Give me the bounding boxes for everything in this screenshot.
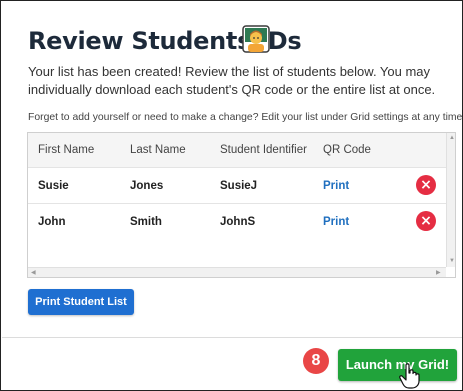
column-header-student-identifier: Student Identifier xyxy=(220,144,307,156)
first-name-cell: John xyxy=(38,216,66,228)
print-qr-link[interactable]: Print xyxy=(323,180,349,192)
remove-circle-icon[interactable]: × xyxy=(416,211,436,231)
intro-text: Your list has been created! Review the l… xyxy=(28,64,436,97)
student-emoji-icon xyxy=(242,25,270,53)
table-row: Susie Jones SusieJ Print × xyxy=(28,167,446,204)
edit-note: Forget to add yourself or need to make a… xyxy=(28,112,463,123)
column-header-last-name: Last Name xyxy=(130,144,186,156)
scroll-left-arrow-icon[interactable]: ◀ xyxy=(31,269,36,276)
print-qr-link[interactable]: Print xyxy=(323,216,349,228)
scroll-up-arrow-icon[interactable]: ▲ xyxy=(449,135,455,141)
scroll-down-arrow-icon[interactable]: ▼ xyxy=(449,258,455,264)
table-row: John Smith JohnS Print × xyxy=(28,203,446,240)
student-id-cell: SusieJ xyxy=(220,180,258,192)
last-name-cell: Jones xyxy=(130,180,164,192)
scroll-right-arrow-icon[interactable]: ▶ xyxy=(436,269,441,276)
step-badge: 8 xyxy=(303,348,329,374)
hand-pointer-icon xyxy=(399,363,420,389)
dialog-window: Review Students IDs Your list has been c… xyxy=(0,0,463,391)
table-header: First Name Last Name Student Identifier … xyxy=(28,133,446,167)
print-student-list-button[interactable]: Print Student List xyxy=(28,289,134,315)
column-header-first-name: First Name xyxy=(38,144,95,156)
footer-divider xyxy=(2,337,462,338)
first-name-cell: Susie xyxy=(38,180,69,192)
vertical-scrollbar[interactable]: ▲ ▼ xyxy=(446,133,455,267)
launch-grid-button[interactable]: Launch my Grid! xyxy=(338,349,457,381)
student-table: First Name Last Name Student Identifier … xyxy=(27,132,456,278)
last-name-cell: Smith xyxy=(130,216,162,228)
horizontal-scrollbar[interactable]: ◀ ▶ xyxy=(28,267,446,277)
student-id-cell: JohnS xyxy=(220,216,256,228)
column-header-qr-code: QR Code xyxy=(323,144,371,156)
remove-circle-icon[interactable]: × xyxy=(416,175,436,195)
